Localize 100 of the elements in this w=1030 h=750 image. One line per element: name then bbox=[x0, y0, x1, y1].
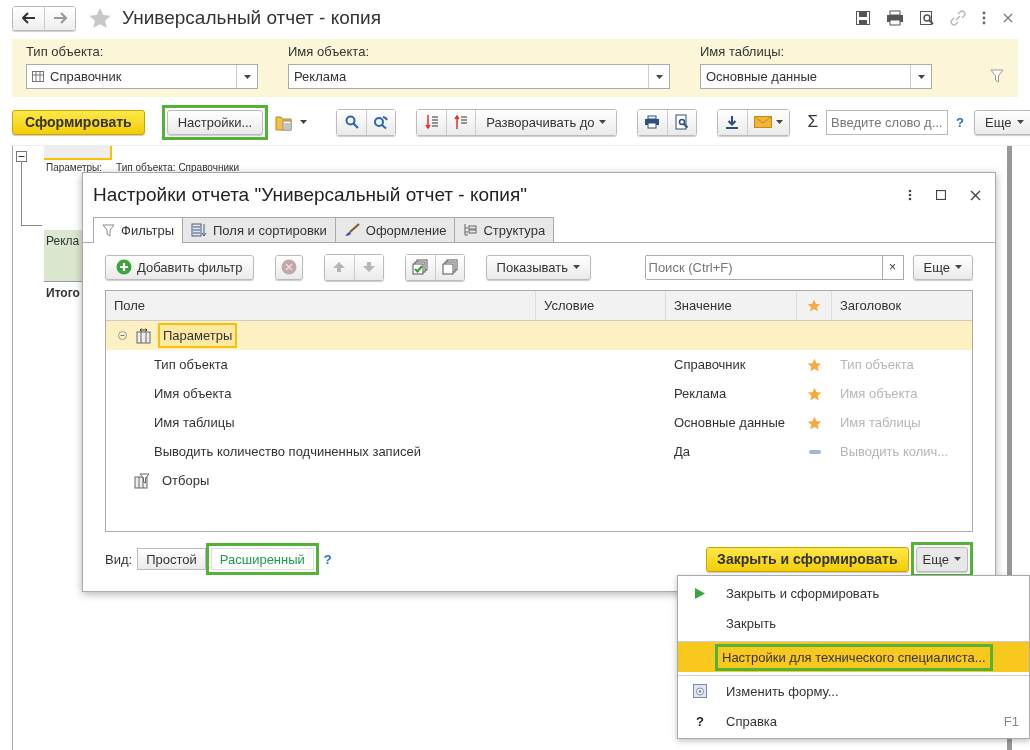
parameters-icon bbox=[136, 327, 151, 344]
preview-button[interactable] bbox=[666, 109, 696, 135]
caret-icon bbox=[300, 120, 308, 124]
generate-button[interactable]: Сформировать bbox=[12, 109, 145, 135]
up-arrow-icon bbox=[332, 261, 347, 273]
down-arrow-icon bbox=[361, 261, 376, 273]
title-cell-text: Тип объекта bbox=[839, 357, 915, 372]
field-name: Имя таблицы bbox=[153, 415, 236, 430]
forward-arrow-icon bbox=[53, 12, 67, 24]
close-icon[interactable] bbox=[1002, 12, 1014, 24]
filter-icon[interactable] bbox=[990, 69, 1004, 83]
clear-button[interactable]: × bbox=[881, 254, 904, 280]
expand-list-icon bbox=[454, 114, 469, 130]
select-field[interactable]: Справочник bbox=[26, 64, 258, 89]
caret-icon bbox=[243, 74, 251, 79]
print-icon[interactable] bbox=[886, 10, 904, 26]
tab[interactable]: Оформление bbox=[334, 217, 456, 242]
dash-icon[interactable] bbox=[808, 449, 821, 454]
maximize-icon[interactable] bbox=[936, 190, 946, 200]
search-icon bbox=[344, 115, 359, 129]
favorite-star-icon[interactable] bbox=[88, 7, 112, 29]
close-icon[interactable] bbox=[970, 189, 981, 201]
tree-line bbox=[21, 161, 42, 226]
collapse-button[interactable] bbox=[417, 109, 447, 135]
dialog-title: Настройки отчета "Универсальный отчет - копия" bbox=[93, 184, 527, 206]
column-header: Условие bbox=[536, 291, 666, 320]
more-icon[interactable] bbox=[981, 10, 987, 26]
more-button[interactable]: Еще bbox=[974, 109, 1030, 135]
print-icon bbox=[644, 115, 661, 129]
settings-button[interactable]: Настройки... bbox=[166, 109, 264, 135]
save-icon[interactable] bbox=[855, 10, 871, 26]
print-button[interactable] bbox=[637, 109, 667, 135]
search-button[interactable] bbox=[337, 109, 367, 135]
help-glyph: ? bbox=[696, 713, 704, 729]
preview-icon bbox=[674, 114, 689, 130]
table-cell-text: Итого bbox=[45, 285, 81, 302]
back-button[interactable] bbox=[13, 6, 44, 30]
column-header: Заголовок bbox=[839, 297, 903, 315]
value-cell-text: Реклама bbox=[673, 386, 728, 401]
view-toggle[interactable]: Расширенный bbox=[210, 548, 314, 570]
select-field[interactable]: Реклама bbox=[288, 64, 670, 89]
expand-to-button[interactable]: Разворачивать до bbox=[475, 109, 616, 135]
view-label: Вид: bbox=[105, 551, 133, 567]
report-text: Параметры: bbox=[46, 162, 103, 174]
add-filter-button[interactable]: Добавить фильтр bbox=[105, 254, 254, 280]
collapse-icon[interactable] bbox=[16, 151, 27, 162]
tab[interactable]: Поля и сортировки bbox=[182, 217, 336, 242]
move-down-button[interactable] bbox=[353, 254, 383, 280]
star-icon[interactable] bbox=[807, 415, 822, 430]
menu-label: Закрыть bbox=[725, 614, 778, 633]
download-button[interactable] bbox=[717, 109, 747, 135]
search-field[interactable]: Введите слово д... bbox=[826, 109, 949, 135]
filter-table-icon bbox=[134, 472, 150, 489]
menu-item[interactable]: Закрыть и сформировать bbox=[678, 578, 1029, 608]
show-dropdown-button[interactable]: Показывать bbox=[485, 254, 591, 280]
table-row[interactable]: Параметры bbox=[106, 321, 972, 350]
caret-icon bbox=[598, 120, 606, 124]
search-field[interactable]: Поиск (Ctrl+F) bbox=[644, 254, 883, 280]
help-link[interactable]: ? bbox=[956, 114, 965, 130]
star-icon[interactable] bbox=[807, 357, 822, 372]
value-cell-text: Справочник bbox=[673, 357, 747, 372]
check-all-icon bbox=[412, 259, 429, 275]
tab[interactable]: Фильтры bbox=[93, 217, 183, 243]
report-text: Тип объекта: Справочники bbox=[116, 162, 239, 174]
title-cell-text: Имя объекта bbox=[839, 386, 919, 401]
brush-icon bbox=[343, 223, 360, 237]
download-icon bbox=[725, 115, 740, 129]
menu-label: Изменить форму... bbox=[725, 682, 840, 701]
structure-icon bbox=[463, 223, 478, 237]
view-toggle[interactable]: Простой bbox=[137, 548, 206, 570]
group-name: Параметры bbox=[158, 323, 238, 348]
menu-item[interactable]: Изменить форму... bbox=[678, 675, 1029, 706]
star-icon[interactable] bbox=[807, 386, 822, 401]
more-button[interactable]: Еще bbox=[915, 546, 968, 572]
expand-all-button[interactable] bbox=[446, 109, 476, 135]
sort-list-icon bbox=[191, 223, 207, 237]
search-next-button[interactable] bbox=[366, 109, 396, 135]
table-row[interactable]: Отборы bbox=[106, 466, 972, 495]
check-all-button[interactable] bbox=[405, 254, 435, 280]
menu-item[interactable]: Закрыть bbox=[678, 608, 1029, 638]
tab[interactable]: Структура bbox=[454, 217, 555, 242]
help-link[interactable]: ? bbox=[323, 551, 332, 567]
envelope-icon bbox=[753, 116, 772, 128]
caret-icon bbox=[1016, 120, 1024, 124]
field-label: Имя таблицы: bbox=[700, 44, 786, 59]
play-icon bbox=[695, 587, 705, 599]
plus-icon bbox=[116, 259, 132, 275]
uncheck-all-icon bbox=[441, 259, 458, 275]
more-icon[interactable] bbox=[908, 189, 912, 201]
field-label: Тип объекта: bbox=[26, 44, 105, 59]
move-up-button[interactable] bbox=[324, 254, 354, 280]
sum-button[interactable]: Σ bbox=[807, 112, 819, 132]
uncheck-all-button[interactable] bbox=[434, 254, 464, 280]
delete-button[interactable] bbox=[274, 254, 303, 280]
close-and-generate-button[interactable]: Закрыть и сформировать bbox=[706, 546, 909, 572]
more-button[interactable]: Еще bbox=[912, 254, 973, 280]
menu-item[interactable]: Настройки для технического специалиста... bbox=[678, 641, 1029, 672]
menu-item[interactable]: ? Справка F1 bbox=[678, 706, 1029, 736]
preview-icon[interactable] bbox=[919, 10, 935, 26]
select-field[interactable]: Основные данные bbox=[700, 64, 932, 89]
